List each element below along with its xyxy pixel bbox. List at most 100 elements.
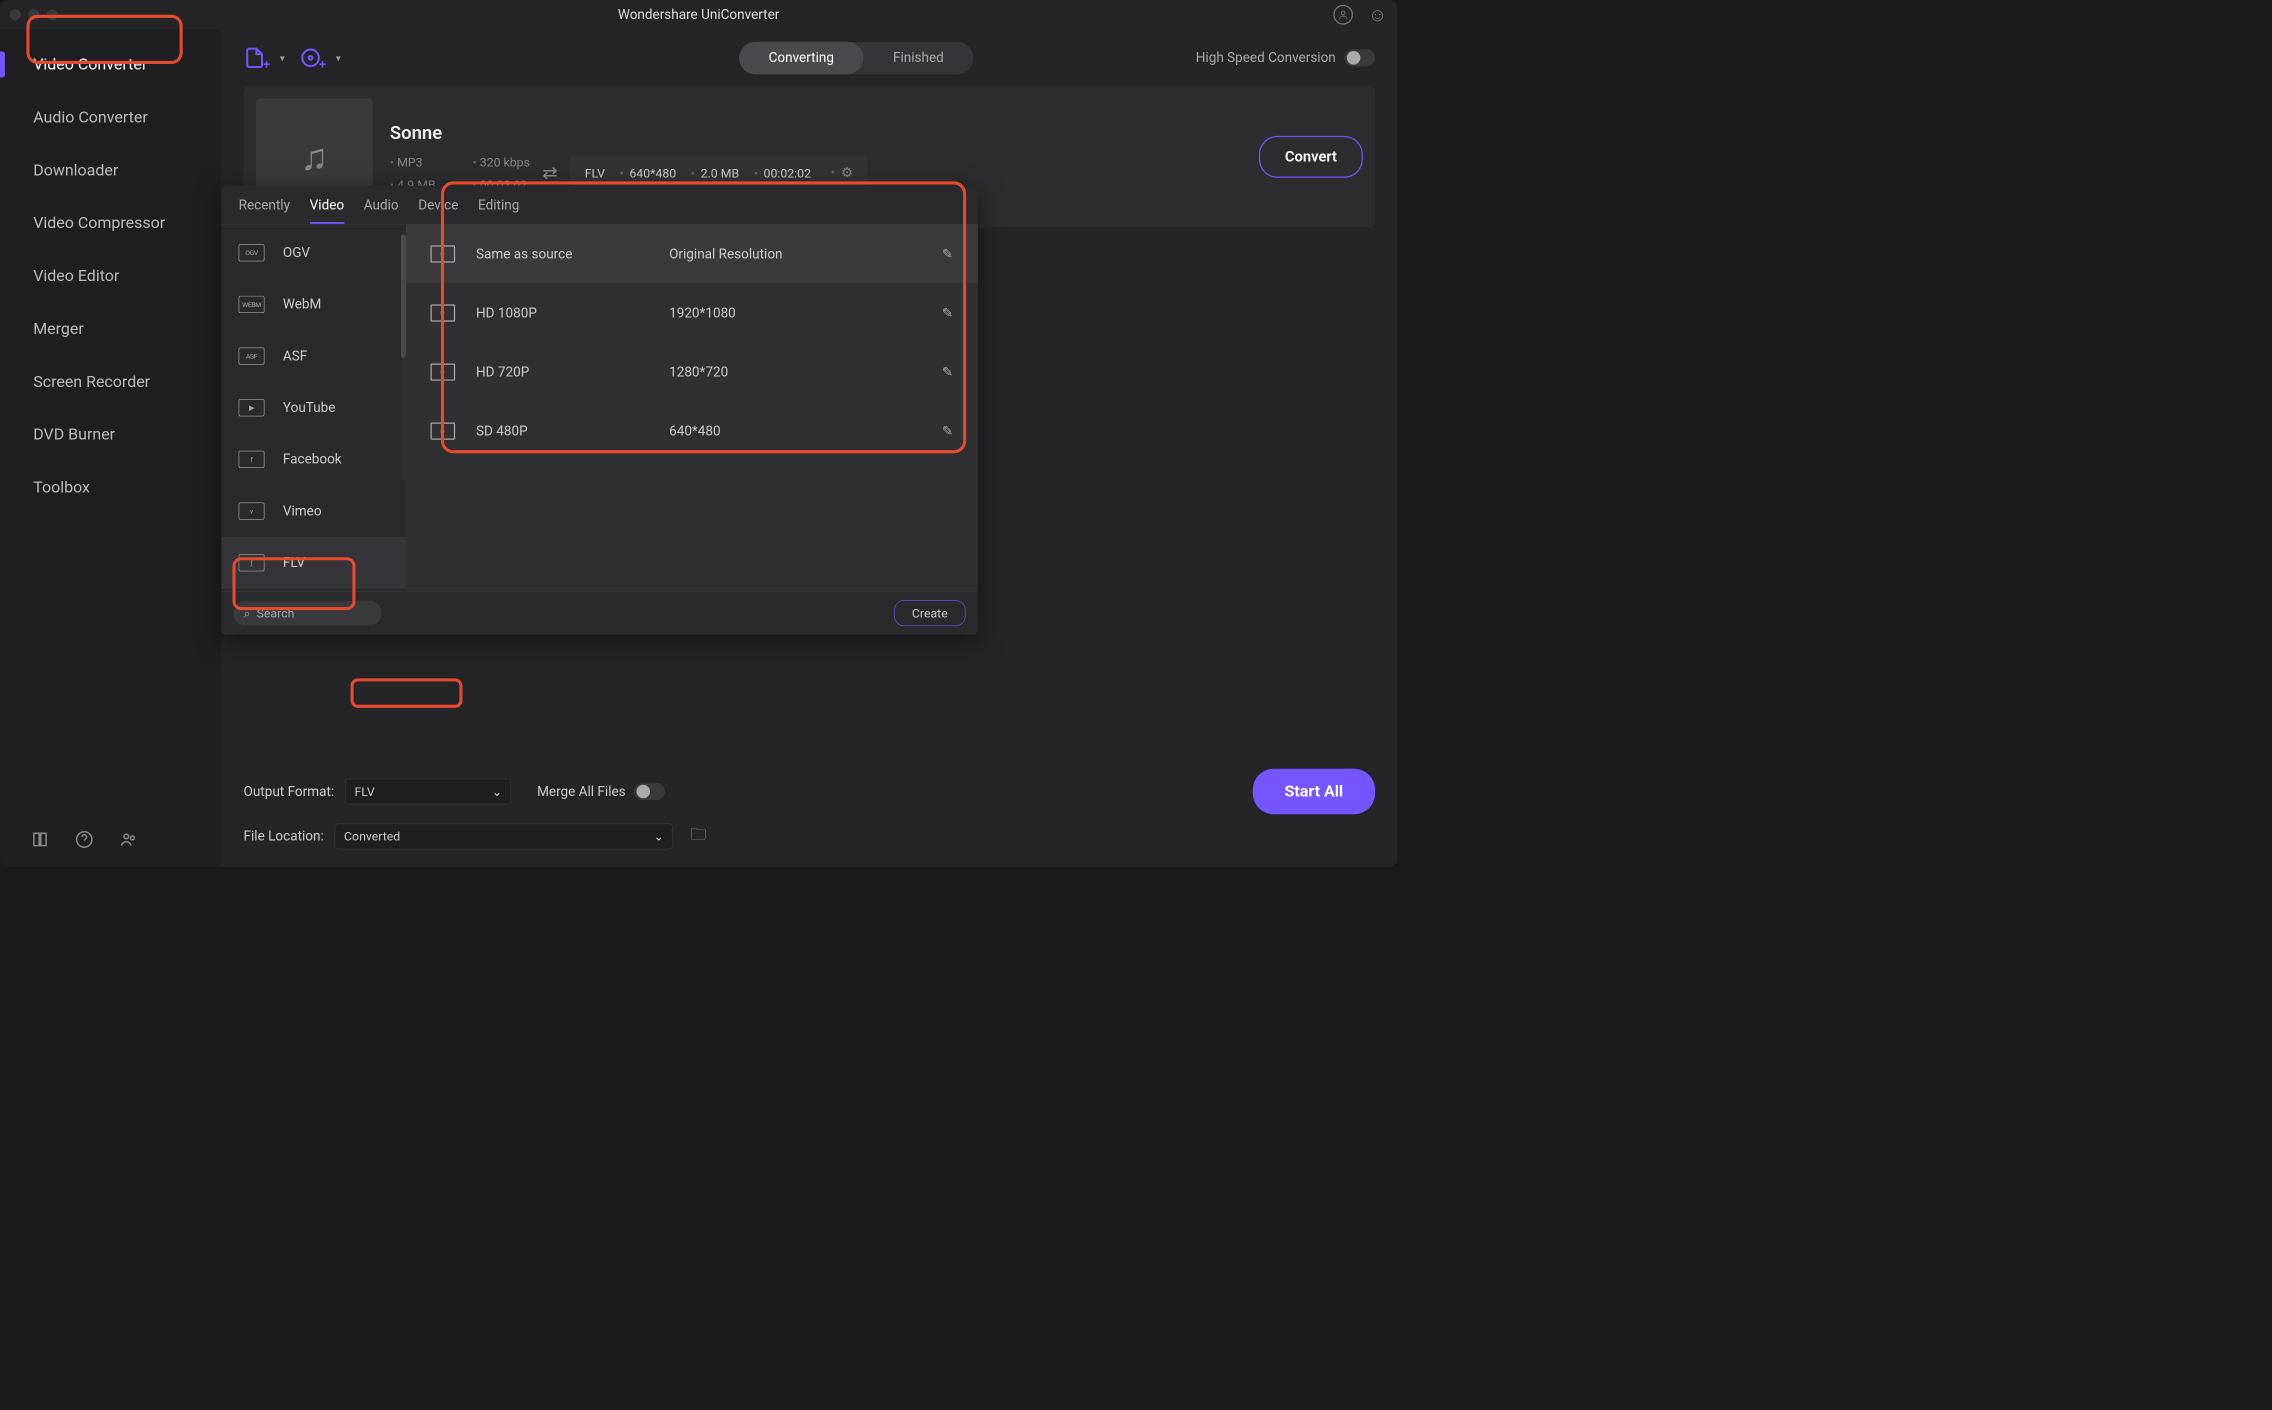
sidebar-item-video-editor[interactable]: Video Editor	[0, 250, 221, 303]
resolution-item[interactable]: HD 1080P 1920*1080 ✎	[406, 284, 978, 343]
resolution-name: HD 720P	[476, 364, 648, 379]
format-item-facebook[interactable]: fFacebook	[221, 434, 405, 486]
popover-tab-editing[interactable]: Editing	[478, 198, 519, 224]
resolution-item[interactable]: SD 480P 640*480 ✎	[406, 402, 978, 461]
toolbar: + ▾ + ▾ Converting Finished High Speed C…	[221, 30, 1397, 87]
video-icon	[431, 245, 456, 262]
popover-tab-recently[interactable]: Recently	[239, 198, 290, 224]
edit-icon[interactable]: ✎	[942, 423, 953, 438]
sidebar: Video ConverterAudio ConverterDownloader…	[0, 30, 221, 868]
sidebar-item-merger[interactable]: Merger	[0, 303, 221, 356]
resolution-dim: 640*480	[669, 423, 921, 438]
music-note-icon: ♫	[300, 135, 328, 179]
convert-button[interactable]: Convert	[1259, 136, 1363, 178]
resolution-name: SD 480P	[476, 423, 648, 438]
dst-format: FLV	[585, 166, 605, 181]
merge-label: Merge All Files	[537, 784, 626, 799]
sidebar-item-downloader[interactable]: Downloader	[0, 144, 221, 197]
minimize-window-icon[interactable]	[28, 9, 39, 20]
format-picker-popover: Recently Video Audio Device Editing OGV OGV WE…	[221, 186, 977, 635]
resolution-dim: Original Resolution	[669, 246, 921, 261]
chevron-down-icon: ⌄	[492, 784, 502, 799]
asf-icon: ASF	[239, 347, 265, 364]
sidebar-item-video-converter[interactable]: Video Converter	[0, 38, 221, 91]
guide-icon[interactable]	[31, 830, 49, 848]
sidebar-item-audio-converter[interactable]: Audio Converter	[0, 91, 221, 144]
file-location-select[interactable]: Converted ⌄	[335, 823, 673, 849]
highspeed-toggle[interactable]	[1344, 49, 1375, 66]
edit-icon[interactable]: ✎	[942, 246, 953, 261]
sidebar-item-dvd-burner[interactable]: DVD Burner	[0, 408, 221, 461]
popover-tab-device[interactable]: Device	[418, 198, 458, 224]
resolution-dim: 1280*720	[669, 364, 921, 379]
sidebar-item-screen-recorder[interactable]: Screen Recorder	[0, 355, 221, 408]
help-icon[interactable]	[75, 830, 93, 848]
youtube-icon: ▶	[239, 399, 265, 416]
create-button[interactable]: Create	[894, 600, 965, 626]
format-item-label: Vimeo	[283, 503, 322, 518]
format-item-vimeo[interactable]: vVimeo	[221, 485, 405, 537]
video-icon	[431, 363, 456, 380]
maximize-window-icon[interactable]	[47, 9, 58, 20]
popover-tab-video[interactable]: Video	[310, 198, 344, 224]
output-format-label: Output Format:	[244, 784, 335, 799]
traffic-lights	[10, 9, 58, 20]
video-icon	[431, 423, 456, 440]
ogv-icon: OGV	[239, 244, 265, 261]
format-item-label: OGV	[283, 245, 310, 260]
account-icon[interactable]	[1333, 5, 1353, 25]
footer: Output Format: FLV ⌄ Merge All Files Sta…	[221, 756, 1397, 867]
edit-icon[interactable]: ✎	[942, 364, 953, 379]
format-item-label: ASF	[283, 348, 307, 363]
convert-arrow-icon: ⇄	[542, 162, 557, 184]
close-window-icon[interactable]	[10, 9, 21, 20]
add-dvd-button[interactable]: + ▾	[299, 47, 340, 69]
edit-icon[interactable]: ✎	[942, 305, 953, 320]
resolution-item[interactable]: HD 720P 1280*720 ✎	[406, 343, 978, 402]
titlebar: Wondershare UniConverter ☺	[0, 0, 1397, 30]
src-bitrate: 320 kbps	[473, 155, 530, 170]
file-location-value: Converted	[344, 829, 400, 844]
add-file-button[interactable]: + ▾	[244, 47, 285, 69]
sidebar-item-toolbox[interactable]: Toolbox	[0, 461, 221, 514]
flv-icon: ƒ	[239, 554, 265, 571]
dst-duration: 00:02:02	[754, 166, 811, 181]
resolution-item[interactable]: Same as source Original Resolution ✎	[406, 224, 978, 283]
src-format: MP3	[390, 155, 436, 170]
status-tabs: Converting Finished	[739, 42, 973, 75]
webm-icon: WEBM	[239, 296, 265, 313]
resolution-name: Same as source	[476, 246, 648, 261]
format-item-asf[interactable]: ASF ASF	[221, 330, 405, 382]
facebook-icon: f	[239, 451, 265, 468]
file-location-label: File Location:	[244, 829, 324, 844]
output-format-select[interactable]: FLV ⌄	[345, 779, 511, 805]
search-icon: ⌕	[244, 606, 251, 621]
start-all-button[interactable]: Start All	[1253, 769, 1376, 815]
feedback-icon[interactable]: ☺	[1368, 5, 1388, 25]
format-item-webm[interactable]: WEBM WebM	[221, 279, 405, 331]
gear-icon[interactable]: ⚙	[831, 165, 854, 180]
format-item-youtube[interactable]: ▶ YouTube	[221, 382, 405, 434]
resolution-dim: 1920*1080	[669, 305, 921, 320]
dst-resolution: 640*480	[620, 166, 676, 181]
search-input[interactable]: ⌕ Search	[234, 601, 382, 626]
format-item-ogv[interactable]: OGV OGV	[221, 227, 405, 279]
scrollbar[interactable]	[401, 234, 406, 480]
format-item-flv[interactable]: ƒFLV	[221, 537, 405, 589]
format-list: OGV OGV WEBM WebM ASF ASF ▶ YouTube fFacebookvVi…	[221, 224, 405, 591]
format-item-label: YouTube	[283, 400, 336, 415]
sidebar-item-video-compressor[interactable]: Video Compressor	[0, 197, 221, 250]
popover-tab-audio[interactable]: Audio	[364, 198, 399, 224]
format-item-label: WebM	[283, 297, 321, 312]
chevron-down-icon: ⌄	[654, 829, 664, 844]
resolution-name: HD 1080P	[476, 305, 648, 320]
open-folder-icon[interactable]: 🗀	[690, 823, 706, 850]
search-placeholder: Search	[257, 606, 295, 621]
output-format-value: FLV	[354, 784, 374, 799]
merge-toggle[interactable]	[634, 783, 665, 800]
chevron-down-icon: ▾	[336, 52, 341, 64]
community-icon[interactable]	[119, 830, 137, 848]
resolution-list: Same as source Original Resolution ✎ HD …	[406, 224, 978, 591]
tab-converting[interactable]: Converting	[739, 42, 863, 75]
tab-finished[interactable]: Finished	[863, 42, 973, 75]
